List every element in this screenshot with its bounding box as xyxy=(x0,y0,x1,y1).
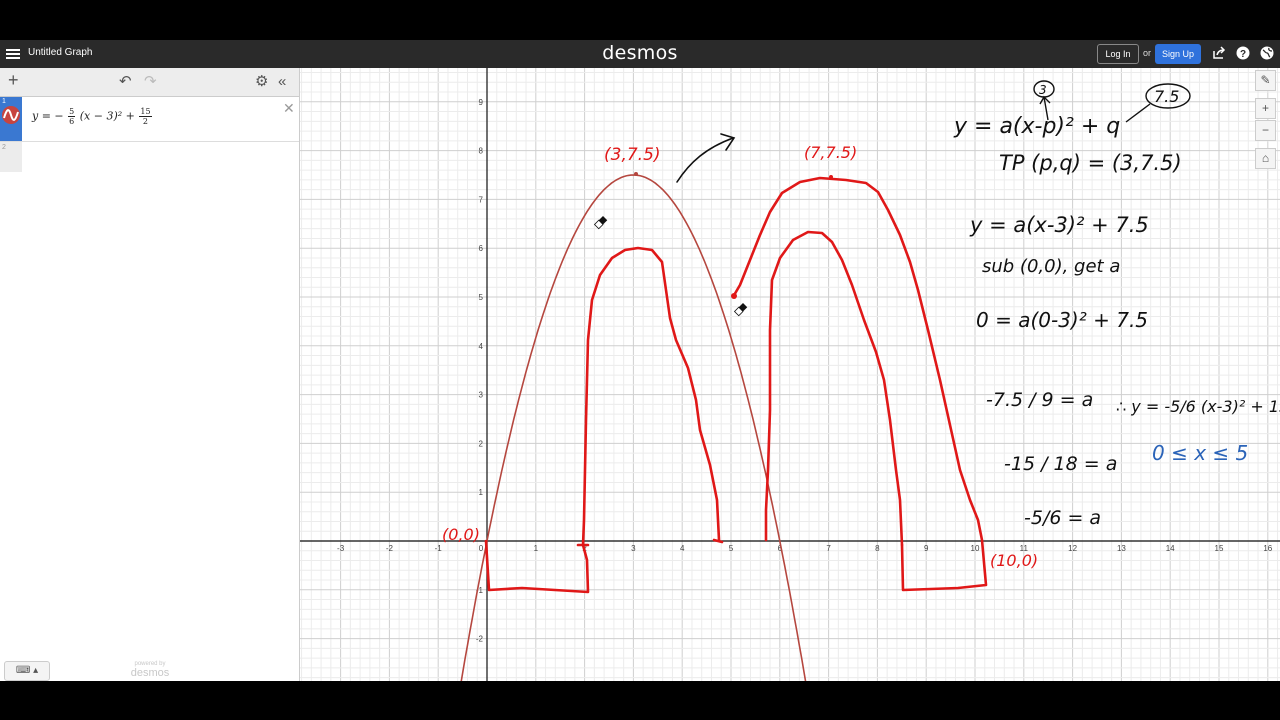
eraser-cursor-icon xyxy=(593,216,608,230)
red-ink-dot xyxy=(731,293,737,299)
fraction-five-sixths: 56 xyxy=(68,107,76,126)
circled-q: 7.5 xyxy=(1154,87,1179,106)
expression-input[interactable] xyxy=(28,146,292,170)
x-tick-label: 7 xyxy=(826,544,831,553)
add-icon[interactable]: + xyxy=(8,71,19,89)
powered-by-logo: powered by desmos xyxy=(120,660,180,679)
y-tick-label: 3 xyxy=(479,391,484,400)
x-tick-label: 13 xyxy=(1117,544,1126,553)
y-tick-label: 7 xyxy=(479,195,484,204)
y-tick-label: 9 xyxy=(479,98,484,107)
x-tick-label: 4 xyxy=(680,544,685,553)
x-tick-label: -3 xyxy=(337,544,345,553)
handwritten-notes: y = a(x-p)² + q TP (p,q) = (3,7.5) y = a… xyxy=(953,114,1280,529)
y-tick-label: 4 xyxy=(479,342,484,351)
desmos-app: Untitled Graph desmos Log In or Sign Up … xyxy=(0,40,1280,681)
vertex-right-label: (7,7.5) xyxy=(804,143,857,162)
zoom-out-button[interactable]: − xyxy=(1255,120,1276,141)
y-tick-label: -2 xyxy=(476,635,484,644)
domain-note: 0 ≤ x ≤ 5 xyxy=(1152,441,1248,465)
undo-icon[interactable]: ↶ xyxy=(119,73,132,91)
top-bar: Untitled Graph desmos Log In or Sign Up … xyxy=(0,40,1280,68)
formula-prefix: y = − xyxy=(32,109,64,123)
expression-number: 1 xyxy=(2,98,6,105)
y-tick-label: 2 xyxy=(479,439,484,448)
expression-number: 2 xyxy=(2,144,6,151)
y-tick-label: 1 xyxy=(479,488,484,497)
signup-button[interactable]: Sign Up xyxy=(1155,44,1201,64)
new-expression-row[interactable]: 2 xyxy=(0,142,299,172)
graph-paper[interactable]: -3 -2 -1 0 1 2 3 4 5 6 7 8 9 10 11 12 13 14 15 16 9 8 7 6 5 4 3 2 1-… xyxy=(300,68,1280,681)
expression-gutter: 2 xyxy=(0,142,22,172)
globe-icon[interactable] xyxy=(1259,46,1275,62)
note-step-three: -5/6 = a xyxy=(1024,507,1101,529)
login-button[interactable]: Log In xyxy=(1097,44,1139,64)
x-tick-label: 10 xyxy=(971,544,980,553)
end-point-label: (10,0) xyxy=(990,551,1038,570)
graph-canvas[interactable]: -3 -2 -1 0 1 2 3 4 5 6 7 8 9 10 11 12 13 14 15 16987654321-… xyxy=(300,68,1280,681)
note-turning-point: TP (p,q) = (3,7.5) xyxy=(999,151,1182,175)
circled-text: 3 7.5 xyxy=(1039,83,1179,106)
note-equation-zero: 0 = a(0-3)² + 7.5 xyxy=(976,308,1148,332)
x-tick-label: 14 xyxy=(1166,544,1175,553)
vertex-point-right xyxy=(829,175,833,179)
expression-gutter: 1 xyxy=(0,97,22,141)
note-sub-origin: sub (0,0), get a xyxy=(982,256,1120,277)
desmos-logo: desmos xyxy=(602,42,678,64)
note-step-one: -7.5 / 9 = a xyxy=(986,389,1093,411)
vertex-point[interactable] xyxy=(634,172,638,176)
home-icon[interactable]: ⌂ xyxy=(1255,148,1276,169)
note-general-form: y = a(x-p)² + q xyxy=(953,114,1120,139)
formula-middle: (x − 3)² + xyxy=(79,109,135,123)
frac-numerator: 15 xyxy=(139,107,152,117)
share-icon[interactable] xyxy=(1211,46,1227,62)
x-tick-label: 3 xyxy=(631,544,636,553)
inner-arch-stroke xyxy=(764,230,904,547)
y-tick-label: 8 xyxy=(479,147,484,156)
x-tick-label: 5 xyxy=(729,544,734,553)
vertex-left-label: (3,7.5) xyxy=(604,145,661,165)
origin-label: (0,0) xyxy=(442,525,480,544)
collapse-icon[interactable]: « xyxy=(278,73,286,91)
x-tick-label: 8 xyxy=(875,544,880,553)
fraction-fifteen-halves: 15 2 xyxy=(139,107,152,126)
x-tick-label: 9 xyxy=(924,544,929,553)
x-tick-label: 0 xyxy=(479,544,484,553)
graph-color-icon[interactable] xyxy=(2,106,20,124)
frac-denominator: 2 xyxy=(142,117,149,126)
x-tick-label: 12 xyxy=(1068,544,1077,553)
expression-formula[interactable]: y = − 56 (x − 3)² + 15 2 xyxy=(32,107,153,126)
note-substituted-form: y = a(x-3)² + 7.5 xyxy=(969,213,1149,237)
keypad-toggle-button[interactable]: ⌨ ▴ xyxy=(4,661,50,681)
redo-icon[interactable]: ↷ xyxy=(144,73,157,91)
settings-icon[interactable]: ⚙ xyxy=(255,73,268,91)
circled-p: 3 xyxy=(1039,83,1047,97)
help-icon[interactable]: ? xyxy=(1235,46,1251,62)
powered-by-desmos: desmos xyxy=(130,667,170,679)
menu-icon[interactable] xyxy=(6,47,20,61)
zoom-in-button[interactable]: + xyxy=(1255,98,1276,119)
x-tick-label: 15 xyxy=(1215,544,1224,553)
x-tick-label: -2 xyxy=(386,544,394,553)
graph-title[interactable]: Untitled Graph xyxy=(28,47,92,58)
note-final-equation: ∴ y = -5/6 (x-3)² + 15/2 xyxy=(1116,397,1280,416)
x-tick-label: 1 xyxy=(534,544,539,553)
expression-panel: + ↶ ↷ ⚙ « 1 y = − 56 (x − 3)² + 15 2 ✕ 2… xyxy=(0,68,300,681)
x-tick-label: -1 xyxy=(435,544,443,553)
svg-text:?: ? xyxy=(1240,49,1246,60)
point-labels: (3,7.5) (7,7.5) (0,0) (10,0) xyxy=(442,143,1038,570)
frac-numerator: 5 xyxy=(68,107,76,117)
note-step-two: -15 / 18 = a xyxy=(1004,453,1117,475)
expression-toolbar: + ↶ ↷ ⚙ « xyxy=(0,68,299,97)
frac-denominator: 6 xyxy=(69,117,75,126)
or-text: or xyxy=(1143,48,1152,58)
delete-expression-icon[interactable]: ✕ xyxy=(283,100,295,117)
expression-row[interactable]: 1 y = − 56 (x − 3)² + 15 2 ✕ xyxy=(0,97,299,142)
y-tick-label: 5 xyxy=(479,293,484,302)
x-tick-label: 16 xyxy=(1263,544,1272,553)
wrench-icon[interactable]: ✎ xyxy=(1255,70,1276,91)
y-tick-label: 6 xyxy=(479,244,484,253)
